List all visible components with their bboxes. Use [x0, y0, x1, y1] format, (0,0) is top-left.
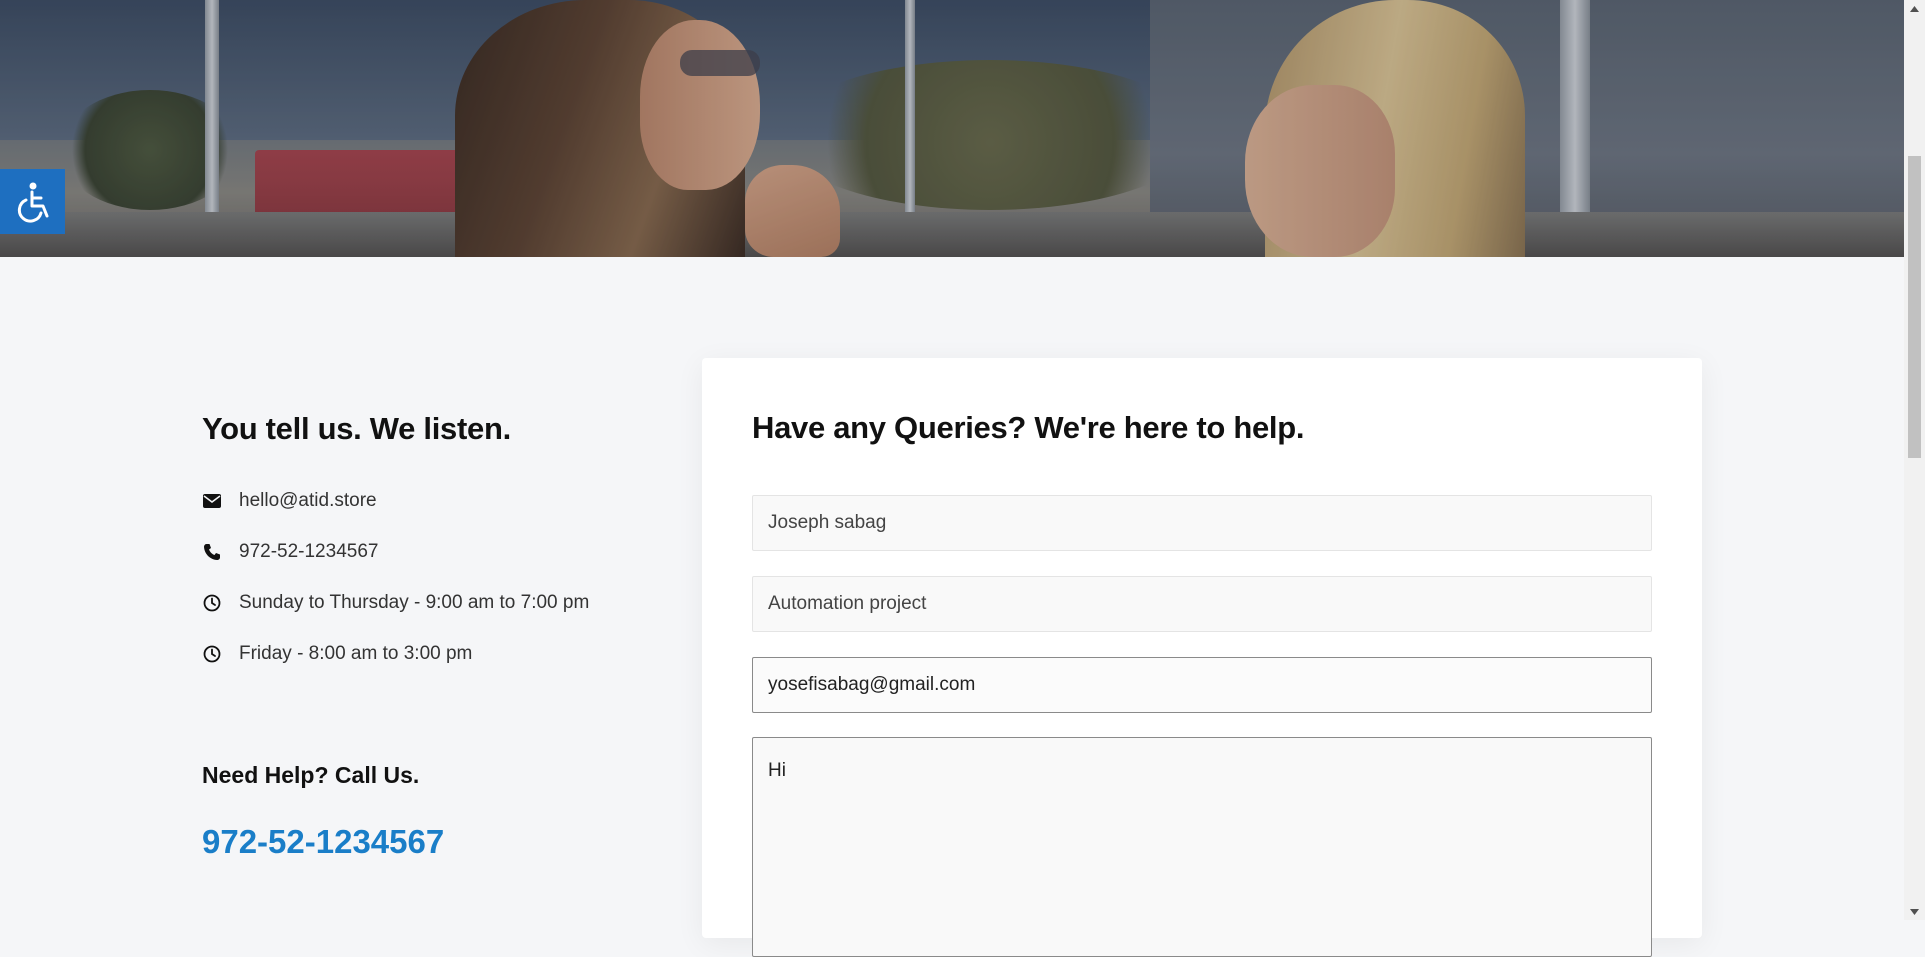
- info-heading: You tell us. We listen.: [202, 411, 511, 446]
- contact-hours-friday: Friday - 8:00 am to 3:00 pm: [202, 639, 472, 669]
- subject-field[interactable]: [752, 576, 1652, 632]
- scroll-down-arrow-icon[interactable]: [1904, 903, 1925, 920]
- hero-overlay: [0, 0, 1904, 257]
- help-title: Need Help? Call Us.: [202, 762, 420, 788]
- contact-info: You tell us. We listen. hello@atid.store…: [202, 410, 662, 860]
- contact-hours-weekdays: Sunday to Thursday - 9:00 am to 7:00 pm: [202, 588, 589, 618]
- message-field[interactable]: Hi: [752, 737, 1652, 957]
- scroll-up-arrow-icon[interactable]: [1904, 0, 1925, 17]
- email-field[interactable]: [752, 657, 1652, 713]
- contact-phone: 972-52-1234567: [202, 537, 378, 567]
- phone-icon: [202, 542, 222, 562]
- clock-icon: [202, 593, 222, 613]
- contact-form-card: Have any Queries? We're here to help. Hi: [702, 358, 1702, 957]
- form-heading: Have any Queries? We're here to help.: [752, 410, 1305, 445]
- page-scrollbar[interactable]: [1904, 0, 1925, 920]
- envelope-icon: [202, 491, 222, 511]
- clock-icon: [202, 644, 222, 664]
- name-field[interactable]: [752, 495, 1652, 551]
- wheelchair-icon: [17, 182, 48, 223]
- contact-email: hello@atid.store: [202, 486, 377, 516]
- hero-image: [0, 0, 1904, 257]
- scrollbar-thumb[interactable]: [1908, 156, 1921, 458]
- help-phone-link[interactable]: 972-52-1234567: [202, 823, 444, 861]
- accessibility-button[interactable]: [0, 169, 65, 234]
